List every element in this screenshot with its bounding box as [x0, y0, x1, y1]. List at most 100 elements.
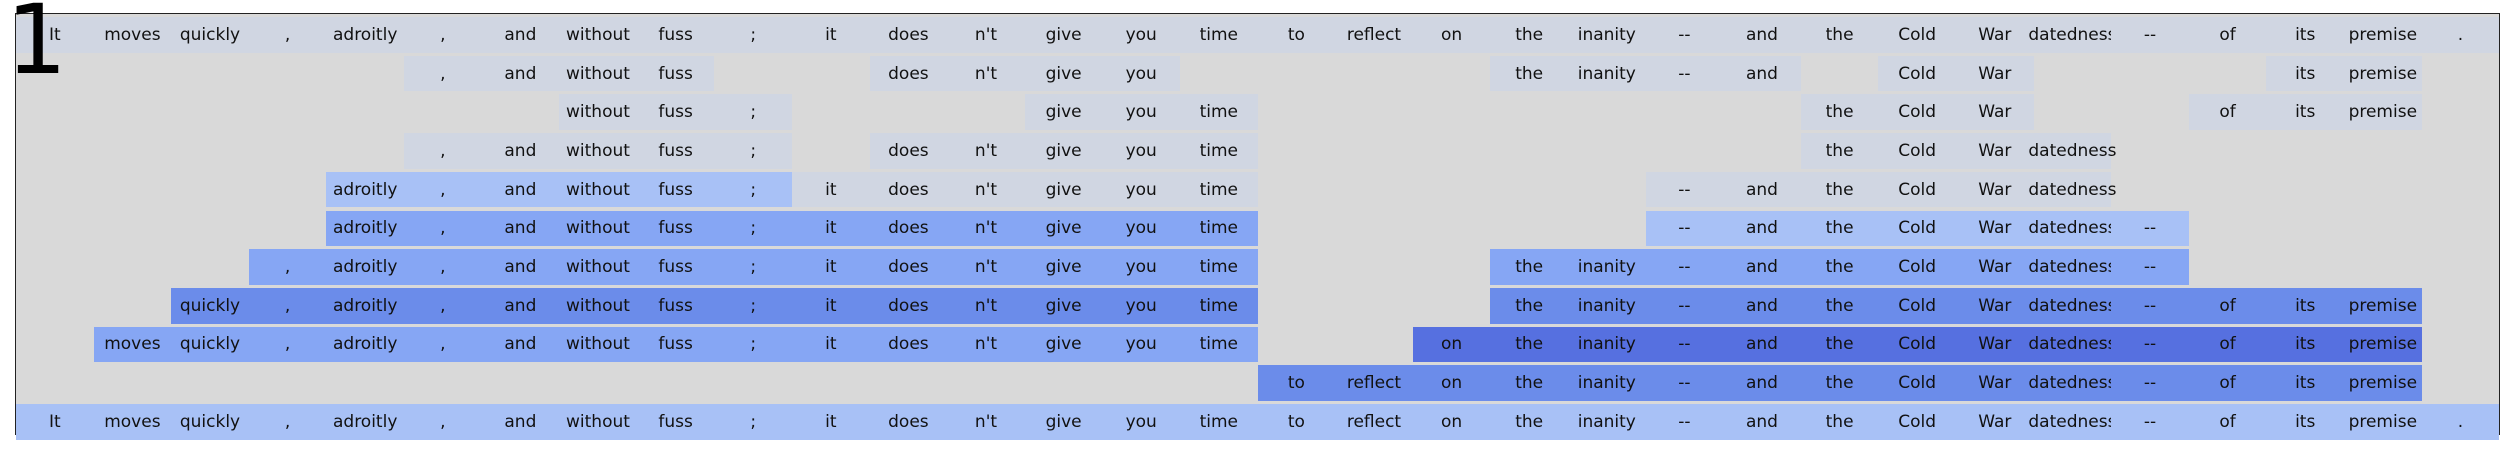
token-cell: ;: [714, 287, 792, 324]
token-cell: --: [1645, 365, 1724, 401]
token-cell: without: [559, 171, 637, 208]
token-cell: time: [1180, 133, 1258, 169]
token-cell: --: [1645, 249, 1724, 285]
token-cell: ,: [248, 326, 327, 363]
token-cell: ,: [404, 326, 482, 363]
token-cell: datedness: [2028, 249, 2116, 285]
token-cell: and: [1723, 326, 1801, 363]
token-cell: adroitly: [326, 404, 404, 440]
token-cell: fuss: [636, 326, 715, 363]
token-cell: on: [1412, 365, 1491, 401]
token-cell: the: [1800, 210, 1879, 247]
token-cell: ,: [404, 17, 482, 53]
token-cell: datedness: [2028, 17, 2116, 53]
token-cell: does: [869, 210, 948, 247]
token-cell: time: [1180, 249, 1258, 285]
token-cell: of: [2188, 94, 2267, 131]
token-cell: its: [2266, 365, 2344, 401]
token-cell: the: [1490, 326, 1568, 363]
token-cell: its: [2266, 326, 2344, 363]
token-cell: Cold: [1878, 55, 1956, 92]
panel-label: 1: [6, 0, 68, 96]
token-cell: n't: [947, 326, 1025, 363]
token-cell: Cold: [1878, 133, 1956, 169]
token-cell: and: [481, 55, 560, 92]
token-cell: you: [1102, 171, 1180, 208]
token-cell: moves: [93, 17, 172, 53]
token-cell: --: [2111, 17, 2189, 53]
token-cell: inanity: [1568, 404, 1646, 440]
token-cell: n't: [947, 133, 1025, 169]
token-cell: does: [869, 55, 948, 92]
token-cell: n't: [947, 171, 1025, 208]
token-cell: Cold: [1878, 326, 1956, 363]
token-cell: ;: [714, 94, 792, 131]
token-cell: and: [481, 133, 560, 169]
token-cell: ;: [714, 249, 792, 285]
token-cell: Cold: [1878, 365, 1956, 401]
token-cell: fuss: [636, 210, 715, 247]
token-cell: you: [1102, 94, 1180, 131]
token-cell: the: [1800, 171, 1879, 208]
token-cell: reflect: [1335, 404, 1413, 440]
token-cell: fuss: [636, 287, 715, 324]
token-cell: --: [1645, 171, 1724, 208]
token-cell: --: [1645, 55, 1724, 92]
token-cell: ,: [404, 171, 482, 208]
token-cell: Cold: [1878, 94, 1956, 131]
token-cell: quickly: [171, 17, 249, 53]
token-cell: on: [1412, 404, 1491, 440]
token-cell: you: [1102, 404, 1180, 440]
token-cell: give: [1024, 94, 1103, 131]
token-cell: ,: [404, 249, 482, 285]
token-cell: without: [559, 249, 637, 285]
token-cell: datedness: [2028, 133, 2116, 169]
token-cell: you: [1102, 287, 1180, 324]
token-cell: It: [16, 404, 94, 440]
token-cell: its: [2266, 55, 2344, 92]
token-cell: ;: [714, 326, 792, 363]
token-cell: --: [1645, 287, 1724, 324]
token-cell: of: [2188, 17, 2267, 53]
token-cell: and: [481, 404, 560, 440]
token-cell: adroitly: [326, 326, 404, 363]
token-cell: without: [559, 210, 637, 247]
token-cell: .: [2421, 404, 2500, 440]
token-cell: it: [792, 171, 870, 208]
token-cell: Cold: [1878, 249, 1956, 285]
token-cell: the: [1800, 94, 1879, 131]
token-cell: to: [1257, 365, 1336, 401]
token-cell: War: [1956, 326, 2034, 363]
token-cell: --: [2111, 210, 2189, 247]
token-cell: datedness: [2028, 365, 2116, 401]
token-cell: time: [1180, 17, 1258, 53]
token-cell: give: [1024, 210, 1103, 247]
token-cell: its: [2266, 94, 2344, 131]
token-cell: adroitly: [326, 287, 404, 324]
token-cell: Cold: [1878, 171, 1956, 208]
token-cell: ,: [404, 404, 482, 440]
token-cell: ;: [714, 404, 792, 440]
token-cell: War: [1956, 287, 2034, 324]
token-cell: fuss: [636, 17, 715, 53]
token-cell: premise: [2344, 17, 2422, 53]
token-cell: n't: [947, 55, 1025, 92]
token-cell: quickly: [171, 287, 249, 324]
token-cell: it: [792, 210, 870, 247]
token-cell: ,: [248, 249, 327, 285]
token-cell: fuss: [636, 249, 715, 285]
token-cell: War: [1956, 249, 2034, 285]
token-cell: and: [1723, 210, 1801, 247]
token-cell: ;: [714, 210, 792, 247]
token-cell: give: [1024, 55, 1103, 92]
token-cell: War: [1956, 404, 2034, 440]
token-cell: premise: [2344, 326, 2422, 363]
token-cell: time: [1180, 287, 1258, 324]
token-cell: the: [1800, 287, 1879, 324]
token-cell: inanity: [1568, 365, 1646, 401]
token-cell: of: [2188, 365, 2267, 401]
token-cell: and: [481, 326, 560, 363]
token-cell: the: [1800, 404, 1879, 440]
token-cell: War: [1956, 133, 2034, 169]
token-cell: the: [1800, 326, 1879, 363]
